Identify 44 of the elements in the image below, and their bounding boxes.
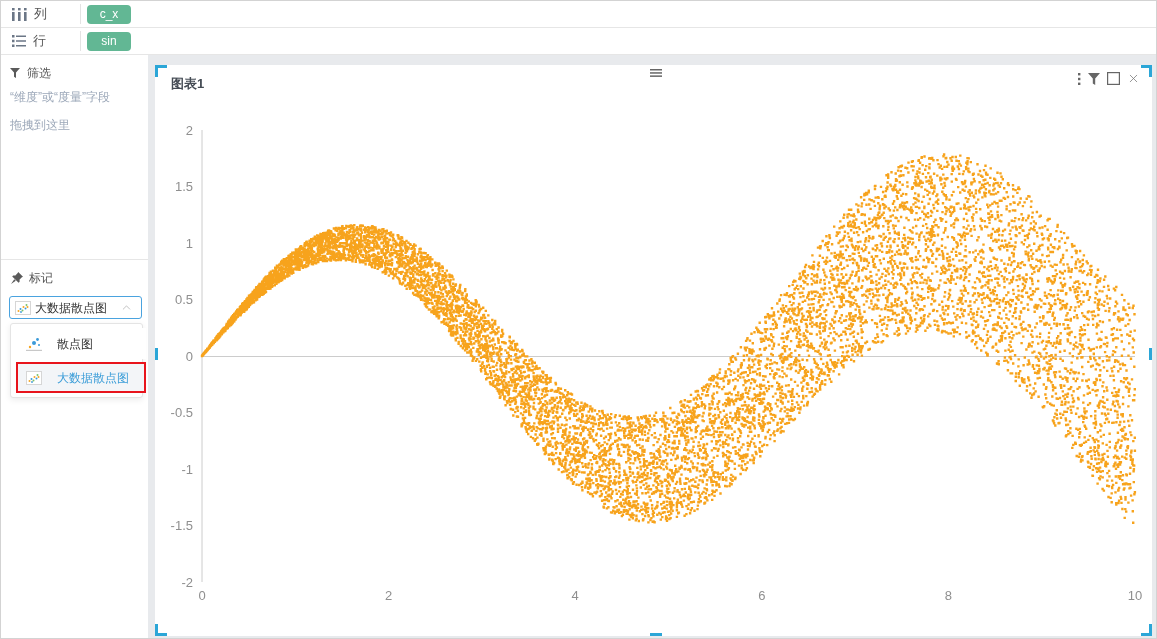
chart-type-select[interactable]: 大数据散点图 — [9, 296, 142, 319]
y-tick-label: 2 — [185, 122, 193, 138]
corner-handle-icon[interactable] — [1141, 624, 1152, 636]
list-icon — [12, 35, 26, 47]
x-tick-label: 10 — [1127, 588, 1143, 603]
filter-icon — [10, 68, 20, 78]
corner-handle-icon[interactable] — [155, 624, 167, 636]
x-tick-label: 4 — [571, 588, 579, 603]
y-tick-label: -1.5 — [170, 518, 193, 533]
square-icon[interactable] — [1107, 72, 1120, 85]
chart-title: 图表1 — [171, 75, 205, 93]
x-tick-label: 2 — [385, 588, 393, 603]
x-tick-label: 0 — [198, 588, 206, 603]
columns-icon — [12, 7, 27, 21]
corner-handle-icon[interactable] — [155, 65, 167, 77]
shelf-label: 列 — [34, 5, 47, 24]
dense-scatter-chart-icon — [26, 370, 42, 385]
y-tick-label: -2 — [181, 574, 193, 590]
shelf-label: 行 — [33, 32, 46, 51]
y-tick-label: -1 — [181, 461, 193, 477]
panel-title: 标记 — [29, 270, 53, 287]
close-icon[interactable] — [1127, 72, 1140, 85]
drop-hint-text: “维度”或“度量”字段拖拽到这里 — [10, 89, 111, 134]
y-tick-label: 0.5 — [174, 292, 193, 307]
y-tick-label: 1 — [185, 235, 193, 251]
drag-handle-icon[interactable] — [650, 69, 662, 77]
dropdown-option[interactable]: 大数据散点图 — [16, 362, 146, 393]
edge-handle-icon[interactable] — [155, 348, 158, 360]
dense-scatter-chart-icon — [15, 300, 31, 315]
y-tick-label: -0.5 — [170, 405, 193, 420]
corner-handle-icon[interactable] — [1141, 65, 1152, 77]
field-chip[interactable]: c_x — [87, 4, 131, 24]
vertical-dots-icon[interactable] — [1078, 72, 1081, 85]
y-tick-label: 1.5 — [174, 179, 193, 194]
x-tick-label: 8 — [944, 588, 952, 603]
pin-icon — [11, 272, 23, 284]
edge-handle-icon[interactable] — [1149, 348, 1152, 360]
scatter-chart-icon — [26, 336, 42, 351]
field-chip[interactable]: sin — [87, 31, 131, 51]
edge-handle-icon[interactable] — [650, 633, 662, 636]
filter-icon[interactable] — [1088, 72, 1100, 85]
x-tick-label: 6 — [758, 588, 766, 603]
y-tick-label: 0 — [185, 348, 193, 364]
panel-title: 筛选 — [27, 65, 51, 82]
